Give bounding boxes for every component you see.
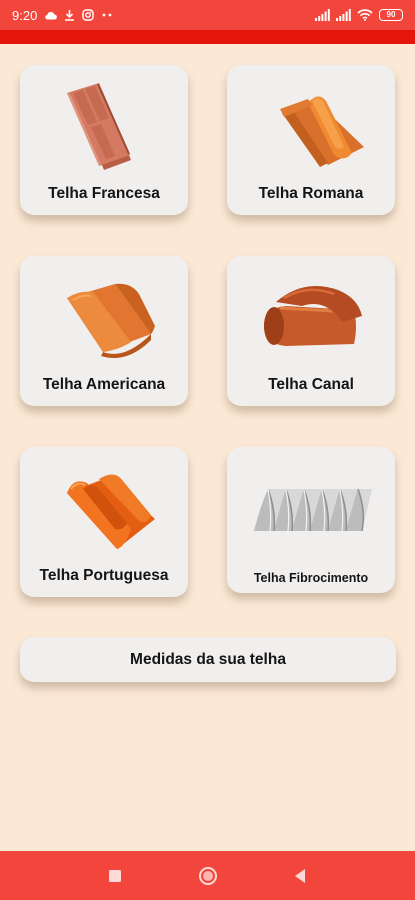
tile-telha-romana[interactable]: Telha Romana [227,65,395,215]
home-circle-icon[interactable] [197,865,219,887]
status-right: 90 [315,9,403,21]
tile-telha-canal[interactable]: Telha Canal [227,256,395,406]
telha-francesa-image [67,83,131,170]
tile-label: Telha Francesa [48,185,160,202]
telha-romana-image [280,96,364,167]
signal-icon [336,9,351,21]
cloud-icon [44,11,58,20]
instagram-icon [82,9,95,21]
nav-bar [0,851,415,900]
recents-square-icon[interactable] [104,865,126,887]
status-left: 9:20 [12,8,113,23]
app-bar [0,30,415,44]
tile-label: Telha Canal [268,376,354,393]
tile-telha-portuguesa[interactable]: Telha Portuguesa [20,447,188,597]
tile-label: Telha Romana [258,185,364,202]
telha-americana-image [67,283,155,358]
tile-label: Telha Americana [42,376,166,393]
signal-icon [315,9,330,21]
tile-label: Telha Portuguesa [39,567,169,584]
tile-label: Telha Fibrocimento [253,571,369,585]
battery-level: 90 [386,10,396,19]
download-icon [64,9,75,21]
more-dots-icon [101,13,113,17]
tile-telha-fibrocimento[interactable]: Telha Fibrocimento [227,447,395,593]
status-bar: 9:20 90 [0,0,415,30]
telha-portuguesa-image [67,474,155,549]
telha-fibrocimento-image [254,488,372,532]
medidas-button[interactable]: Medidas da sua telha [20,637,396,682]
telha-canal-image [264,286,362,346]
tile-telha-francesa[interactable]: Telha Francesa [20,65,188,215]
wifi-icon [357,9,373,21]
tile-telha-americana[interactable]: Telha Americana [20,256,188,406]
back-triangle-icon[interactable] [290,865,312,887]
status-time: 9:20 [12,7,38,23]
battery-icon: 90 [379,9,403,21]
